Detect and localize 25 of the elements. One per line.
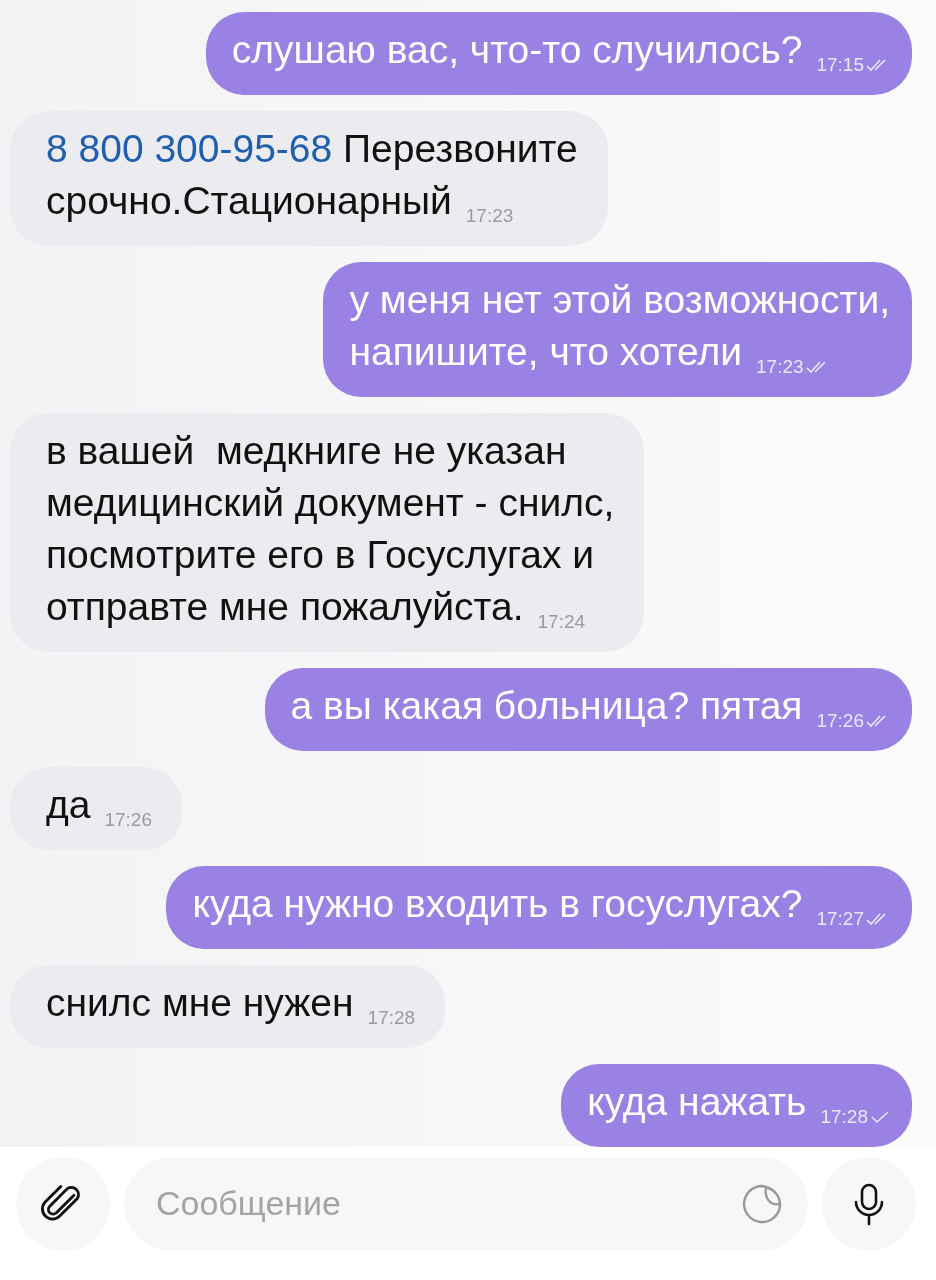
message-text: Перезвоните [342, 127, 578, 170]
message-text: напишите, что хотели [349, 330, 742, 373]
message-text: в вашей медкниге не указан [46, 429, 567, 472]
phone-link[interactable]: 8 800 300-95-68 [46, 127, 333, 170]
message-time: 17:27 [816, 907, 864, 931]
message-text: отправте мне пожалуйста. [46, 585, 524, 628]
message-time: 17:15 [816, 53, 864, 77]
message-time: 17:26 [104, 808, 152, 832]
message-text: а вы какая больница? пятая [290, 684, 803, 727]
message-time: 17:24 [537, 610, 586, 634]
message-text: посмотрите его в Госуслугах и [46, 533, 595, 576]
message-text: слушаю вас, что-то случилось? [231, 28, 803, 71]
message-text: у меня нет этой возможности, [349, 278, 890, 321]
message-text: медицинский документ - снилс, [46, 481, 615, 524]
message-time: 17:23 [756, 355, 804, 379]
message-text: куда нужно входить в госуслугах? [192, 882, 803, 925]
message-time: 17:28 [820, 1105, 868, 1129]
message-text: снилс мне нужен [46, 981, 354, 1024]
message-time: 17:26 [816, 709, 864, 733]
message-text: срочно.Стационарный [46, 179, 452, 222]
message-text: куда нажать [587, 1080, 807, 1123]
message-time: 17:28 [367, 1006, 416, 1030]
message-field[interactable]: Сообщение [124, 1156, 808, 1251]
message-time: 17:23 [465, 204, 514, 228]
message-text: да [46, 783, 91, 826]
